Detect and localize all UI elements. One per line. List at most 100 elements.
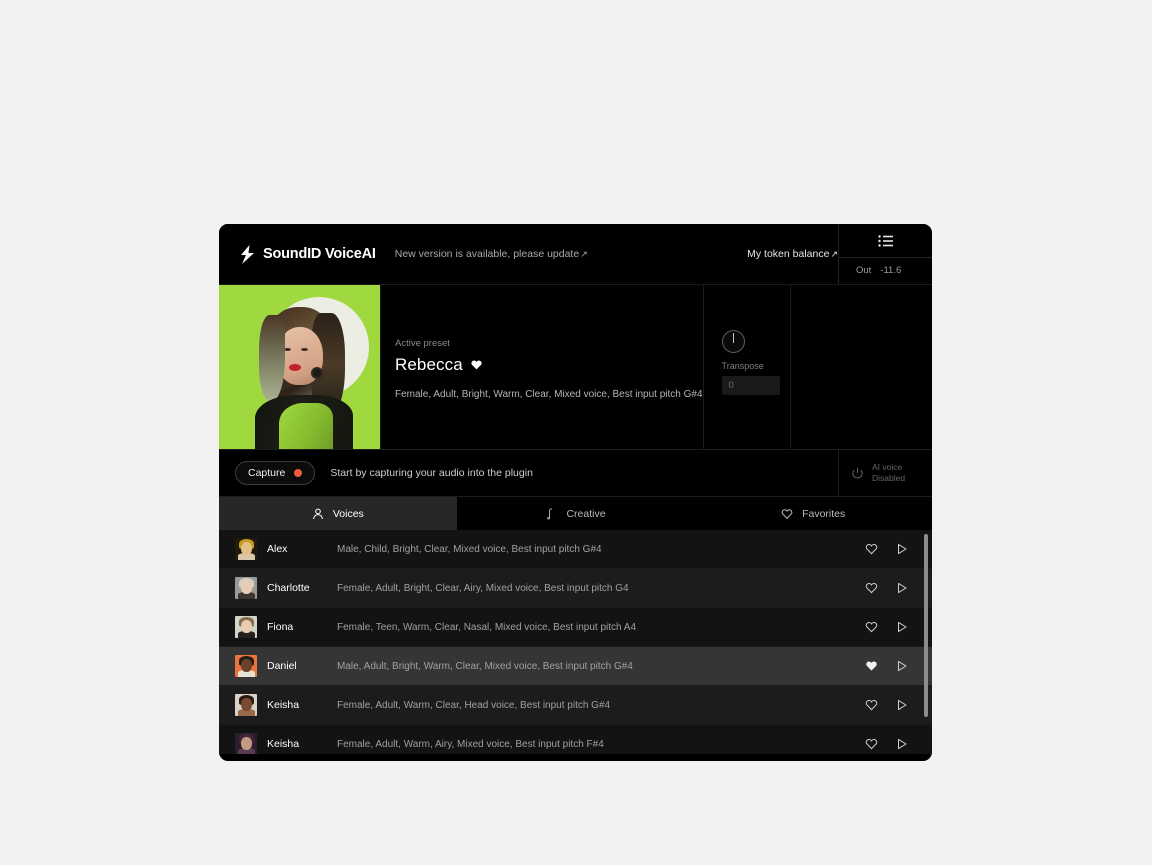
play-icon xyxy=(898,660,907,672)
voice-attributes: Male, Child, Bright, Clear, Mixed voice,… xyxy=(337,543,602,555)
heart-outline-icon xyxy=(865,621,877,633)
portrait-eye-left xyxy=(284,348,291,351)
play-icon xyxy=(898,543,907,555)
tab-voices-label: Voices xyxy=(332,507,364,520)
avatar xyxy=(235,577,257,599)
capture-bar: Capture Start by capturing your audio in… xyxy=(219,449,932,497)
heart-filled-icon xyxy=(865,661,877,671)
avatar-face xyxy=(241,581,252,594)
voice-attributes: Female, Adult, Warm, Airy, Mixed voice, … xyxy=(337,738,604,750)
heart-outline-icon xyxy=(865,699,877,711)
favorite-button[interactable] xyxy=(864,737,878,751)
scrollbar-thumb[interactable] xyxy=(924,534,928,717)
favorite-button[interactable] xyxy=(864,542,878,556)
table-row[interactable]: Keisha Female, Adult, Warm, Clear, Head … xyxy=(219,686,932,725)
capture-button-label: Capture xyxy=(248,467,286,479)
row-actions xyxy=(864,737,909,751)
row-actions xyxy=(864,620,909,634)
tab-creative[interactable]: Creative xyxy=(456,497,695,530)
favorite-button[interactable] xyxy=(864,620,878,634)
heart-outline-icon xyxy=(865,543,877,555)
table-row[interactable]: Fiona Female, Teen, Warm, Clear, Nasal, … xyxy=(219,608,932,647)
tab-creative-label: Creative xyxy=(566,507,606,520)
favorite-button[interactable] xyxy=(864,698,878,712)
scrollbar[interactable] xyxy=(924,530,928,754)
portrait-garment xyxy=(279,403,333,450)
ai-voice-status: AI voice Disabled xyxy=(872,462,905,485)
row-actions xyxy=(864,581,909,595)
transpose-value-field[interactable]: 0 xyxy=(721,376,780,395)
tab-favorites-label: Favorites xyxy=(802,507,846,520)
artwork-portrait xyxy=(249,307,353,450)
music-note-icon xyxy=(547,507,553,519)
output-label: Out xyxy=(856,265,872,276)
play-button[interactable] xyxy=(895,581,909,595)
person-icon xyxy=(312,508,323,519)
table-row[interactable]: Keisha Female, Adult, Warm, Airy, Mixed … xyxy=(219,725,932,754)
bolt-icon xyxy=(241,244,254,264)
tab-bar: Voices Creative Favorites xyxy=(219,497,932,530)
hero-section: Active preset Rebecca Female, Adult, Bri… xyxy=(219,284,932,450)
preset-artwork xyxy=(219,285,380,450)
table-row[interactable]: Charlotte Female, Adult, Bright, Clear, … xyxy=(219,569,932,608)
output-level[interactable]: Out -11.6 xyxy=(839,258,932,283)
capture-button[interactable]: Capture xyxy=(235,461,316,485)
avatar xyxy=(235,733,257,754)
list-icon xyxy=(878,234,893,247)
output-meter-column: Out -11.6 xyxy=(838,224,932,284)
heart-outline-icon xyxy=(781,508,793,519)
play-button[interactable] xyxy=(895,542,909,556)
tab-voices[interactable]: Voices xyxy=(219,497,457,530)
play-icon xyxy=(898,738,907,750)
ai-voice-toggle[interactable]: AI voice Disabled xyxy=(838,450,932,496)
voice-attributes: Female, Adult, Bright, Clear, Airy, Mixe… xyxy=(337,582,629,594)
heart-outline-icon xyxy=(865,738,877,750)
preset-attributes: Female, Adult, Bright, Warm, Clear, Mixe… xyxy=(395,389,703,400)
transpose-knob[interactable] xyxy=(721,330,745,353)
voice-list[interactable]: Alex Male, Child, Bright, Clear, Mixed v… xyxy=(219,530,932,754)
play-icon xyxy=(898,621,907,633)
avatar-face xyxy=(241,698,252,711)
update-notice-label: New version is available, please update xyxy=(394,248,580,260)
play-button[interactable] xyxy=(895,698,909,712)
external-link-arrow-icon: ↗ xyxy=(580,249,588,259)
ai-voice-state: Disabled xyxy=(872,473,906,483)
avatar-face xyxy=(241,542,252,555)
voice-name: Keisha xyxy=(267,699,300,711)
table-row[interactable]: Alex Male, Child, Bright, Clear, Mixed v… xyxy=(219,530,932,569)
play-button[interactable] xyxy=(895,620,909,634)
ai-voice-title: AI voice xyxy=(872,461,903,472)
avatar-face xyxy=(241,737,252,750)
play-button[interactable] xyxy=(895,737,909,751)
output-value: -11.6 xyxy=(880,265,902,276)
preset-list-button[interactable] xyxy=(839,224,932,258)
voice-attributes: Male, Adult, Bright, Warm, Clear, Mixed … xyxy=(337,660,633,672)
app-logo: SoundID VoiceAI xyxy=(239,244,376,264)
avatar-face xyxy=(241,620,252,633)
voice-name: Charlotte xyxy=(267,582,310,594)
row-actions xyxy=(864,698,909,712)
heart-filled-icon[interactable] xyxy=(471,360,482,370)
portrait-lips xyxy=(289,364,301,371)
voice-name: Daniel xyxy=(267,660,297,672)
update-notice[interactable]: New version is available, please update↗ xyxy=(395,248,588,260)
preset-info: Active preset Rebecca Female, Adult, Bri… xyxy=(380,285,703,449)
token-balance-link[interactable]: My token balance↗ xyxy=(747,248,838,260)
tab-favorites[interactable]: Favorites xyxy=(694,497,932,530)
heart-outline-icon xyxy=(865,582,877,594)
avatar xyxy=(235,655,257,677)
table-row[interactable]: Daniel Male, Adult, Bright, Warm, Clear,… xyxy=(219,647,932,686)
play-button[interactable] xyxy=(895,659,909,673)
play-icon xyxy=(898,699,907,711)
avatar xyxy=(235,538,257,560)
favorite-button[interactable] xyxy=(864,659,878,673)
preset-name: Rebecca xyxy=(395,355,463,374)
favorite-button[interactable] xyxy=(864,581,878,595)
power-icon xyxy=(852,467,863,478)
preset-name-row: Rebecca xyxy=(395,355,703,375)
record-dot-icon xyxy=(294,469,303,477)
avatar xyxy=(235,616,257,638)
transpose-control: Transpose 0 xyxy=(702,285,791,449)
plugin-window: SoundID VoiceAI New version is available… xyxy=(219,224,932,761)
portrait-earring xyxy=(311,367,323,379)
